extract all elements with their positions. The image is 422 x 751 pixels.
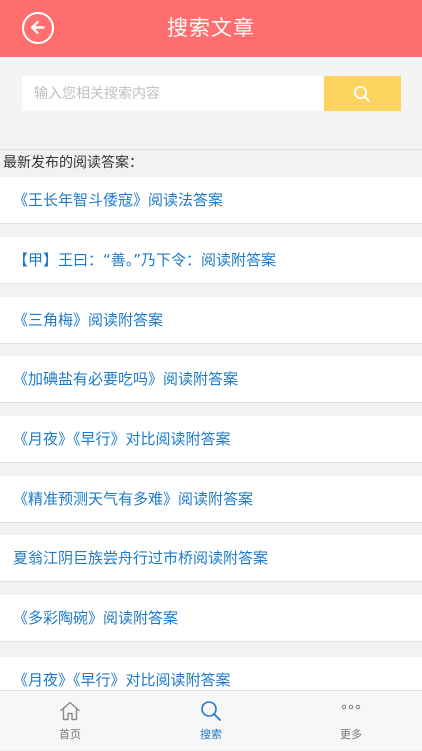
list-item[interactable]: 《月夜》《早行》对比阅读附答案 (0, 657, 422, 690)
article-title: 《月夜》《早行》对比阅读附答案 (13, 671, 231, 689)
tab-label: 搜索 (200, 728, 222, 741)
tab-label: 更多 (340, 728, 362, 741)
article-title: 《月夜》《早行》对比阅读附答案 (13, 430, 231, 448)
article-list: 《王长年智斗倭寇》阅读法答案 【甲】王曰：“善。”乃下令：阅读附答案 《三角梅》… (0, 0, 422, 690)
article-title: 《三角梅》阅读附答案 (13, 311, 164, 329)
list-item[interactable]: 《多彩陶碗》阅读附答案 (0, 595, 422, 642)
more-dots-icon (341, 704, 361, 710)
tab-bar: 首页 搜索 更多 (0, 690, 422, 750)
list-item[interactable]: 《三角梅》阅读附答案 (0, 297, 422, 344)
list-item[interactable]: 【甲】王曰：“善。”乃下令：阅读附答案 (0, 237, 422, 284)
list-item[interactable]: 《王长年智斗倭寇》阅读法答案 (0, 177, 422, 224)
list-item[interactable]: 《精准预测天气有多难》阅读附答案 (0, 476, 422, 523)
tab-search[interactable]: 搜索 (141, 691, 281, 751)
tab-label: 首页 (59, 728, 81, 741)
list-item[interactable]: 《月夜》《早行》对比阅读附答案 (0, 416, 422, 463)
article-title: 《王长年智斗倭寇》阅读法答案 (13, 191, 224, 209)
home-icon (60, 701, 80, 721)
article-title: 【甲】王曰：“善。”乃下令：阅读附答案 (13, 251, 277, 269)
list-item[interactable]: 《加碘盐有必要吃吗》阅读附答案 (0, 356, 422, 403)
search-icon (201, 701, 221, 721)
article-title: 《精准预测天气有多难》阅读附答案 (13, 490, 254, 508)
article-title: 夏翁江阴巨族尝舟行过市桥阅读附答案 (13, 549, 269, 567)
article-title: 《加碘盐有必要吃吗》阅读附答案 (13, 370, 239, 388)
list-item[interactable]: 夏翁江阴巨族尝舟行过市桥阅读附答案 (0, 535, 422, 582)
tab-more[interactable]: 更多 (281, 691, 421, 751)
article-title: 《多彩陶碗》阅读附答案 (13, 609, 179, 627)
tab-home[interactable]: 首页 (0, 691, 140, 751)
